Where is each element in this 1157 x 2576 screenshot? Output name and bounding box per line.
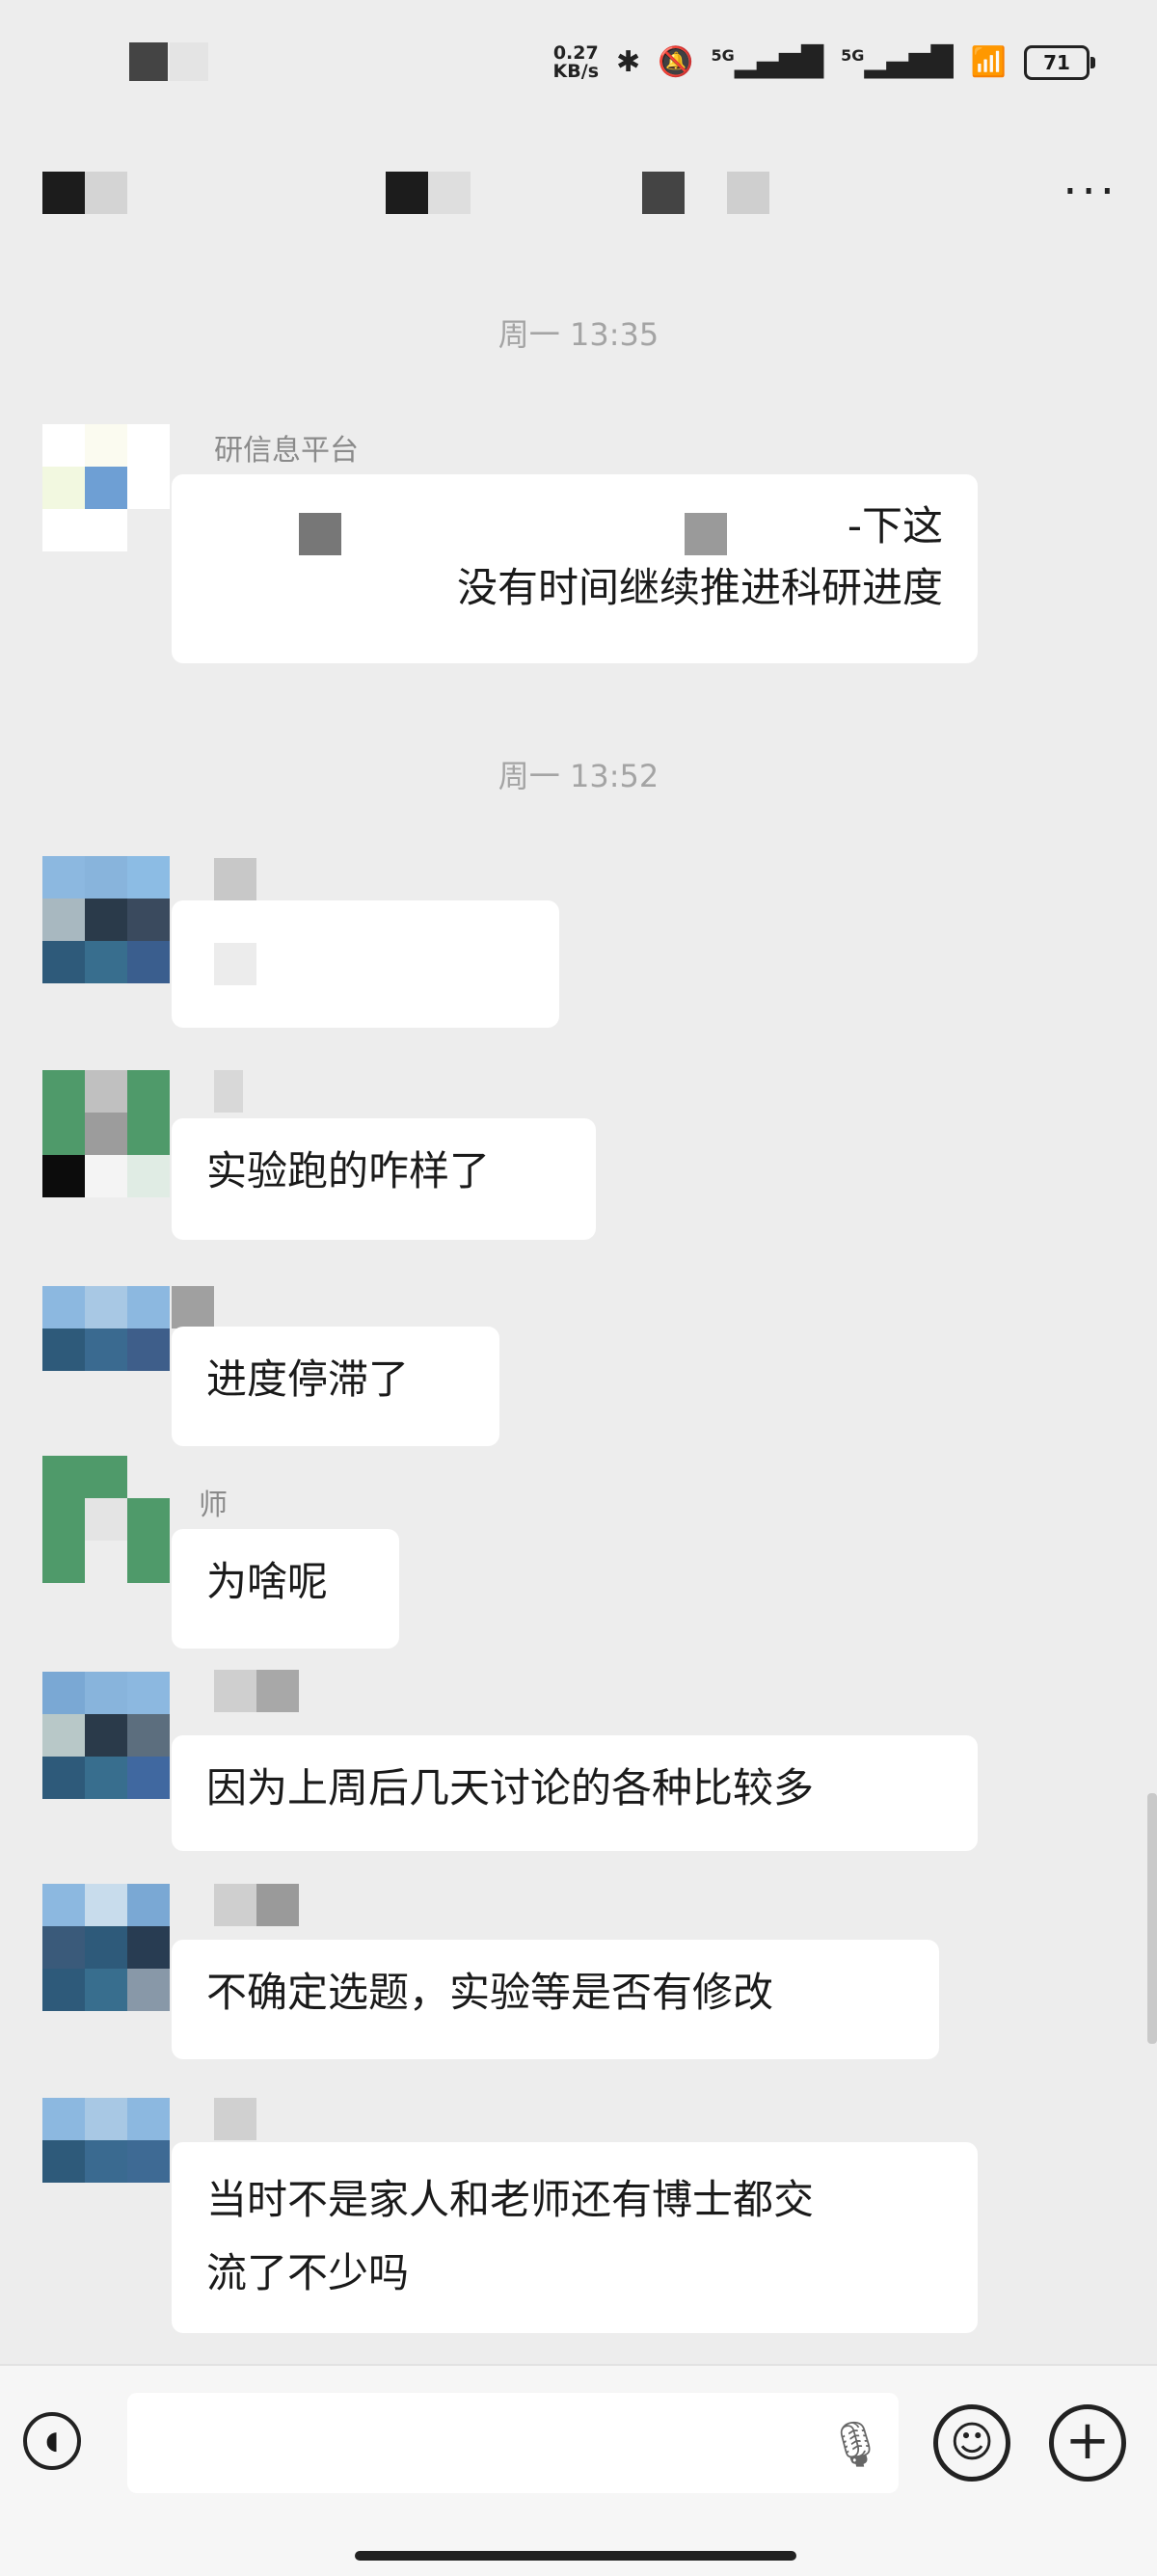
sender-name	[214, 1670, 299, 1712]
redacted-block	[256, 1670, 299, 1712]
avatar[interactable]	[42, 1456, 170, 1583]
status-bar: 0.27 KB/s ✱ 🔕 5G▂▄▆█ 5G▂▄▆█ 📶 71	[0, 0, 1157, 125]
avatar[interactable]	[42, 1070, 170, 1197]
message-text: 为啥呢	[206, 1558, 329, 1605]
emoji-icon[interactable]: ☺	[933, 2404, 1010, 2482]
message-input[interactable]	[127, 2393, 899, 2493]
message-text: 不确定选题，实验等是否有修改	[206, 1969, 774, 2016]
scrollbar[interactable]	[1147, 1793, 1157, 2044]
status-icons: 0.27 KB/s ✱ 🔕 5G▂▄▆█ 5G▂▄▆█ 📶 71	[553, 39, 1095, 87]
more-options-icon[interactable]: ···	[1063, 169, 1118, 215]
sender-name	[214, 1884, 299, 1926]
avatar[interactable]	[42, 1286, 170, 1413]
sender-name	[172, 1286, 214, 1328]
avatar[interactable]	[42, 1884, 170, 2011]
message-bubble[interactable]: 为啥呢	[172, 1529, 399, 1649]
net-speed: 0.27 KB/s	[553, 44, 599, 81]
redacted-block	[214, 943, 256, 985]
message-bubble[interactable]: 不确定选题，实验等是否有修改	[172, 1940, 939, 2059]
redacted-block	[214, 1670, 256, 1712]
voice-input-icon[interactable]: ◖	[23, 2412, 81, 2470]
input-bar: ◖ 🎙 ☺ +	[0, 2364, 1157, 2576]
message-text: 因为上周后几天讨论的各种比较多	[206, 1764, 815, 1811]
home-indicator[interactable]	[355, 2551, 796, 2561]
redacted-block	[214, 1884, 256, 1926]
battery-level: 71	[1043, 51, 1070, 74]
title-redacted-block	[727, 172, 769, 214]
battery-icon: 71	[1024, 45, 1095, 80]
message-bubble[interactable]: 当时不是家人和老师还有博士都交 流了不少吗	[172, 2142, 978, 2333]
timestamp: 周一 13:52	[498, 758, 659, 794]
microphone-icon[interactable]: 🎙	[827, 2418, 883, 2471]
message-line: -下这	[206, 496, 943, 557]
wifi-icon: 📶	[970, 45, 1007, 79]
redacted-block	[299, 513, 341, 555]
signal-icon: 5G▂▄▆█	[711, 45, 824, 79]
redacted-block	[214, 858, 256, 900]
sender-name	[214, 2098, 256, 2140]
sender-name-text: 研信息平台	[214, 434, 359, 468]
sender-name: 师	[199, 1481, 228, 1523]
sender-name: 研信息平台	[214, 426, 359, 469]
sender-name-text: 师	[199, 1489, 228, 1522]
redacted-block	[685, 513, 727, 555]
sender-name	[214, 858, 256, 900]
avatar[interactable]	[42, 856, 170, 983]
bluetooth-icon: ✱	[616, 45, 641, 79]
redacted-block	[214, 2098, 256, 2140]
redacted-block	[172, 1286, 214, 1328]
message-text: 进度停滞了	[206, 1355, 410, 1403]
message-bubble[interactable]: 因为上周后几天讨论的各种比较多	[172, 1735, 978, 1851]
net-speed-unit: KB/s	[552, 61, 600, 82]
title-redacted-block	[386, 172, 428, 214]
message-text: 流了不少吗	[206, 2249, 410, 2296]
status-redacted-block	[129, 42, 168, 81]
mute-bell-icon: 🔕	[658, 45, 694, 79]
signal-icon: 5G▂▄▆█	[841, 45, 954, 79]
message-text: -下这	[847, 502, 943, 550]
message-text: 没有时间继续推进科研进度	[456, 564, 943, 611]
status-redacted-block	[170, 42, 208, 81]
title-redacted-block	[42, 172, 85, 214]
avatar[interactable]	[42, 1672, 170, 1799]
chat-header: ···	[0, 145, 1157, 241]
sim1-label: 5G	[711, 46, 735, 65]
message-text: 当时不是家人和老师还有博士都交	[206, 2176, 815, 2223]
plus-icon[interactable]: +	[1049, 2404, 1126, 2482]
sim2-label: 5G	[841, 46, 865, 65]
message-bubble[interactable]: 进度停滞了	[172, 1327, 499, 1446]
title-redacted-block	[85, 172, 127, 214]
timestamp: 周一 13:35	[498, 316, 659, 353]
title-redacted-block	[642, 172, 685, 214]
message-bubble[interactable]: 实验跑的咋样了	[172, 1118, 596, 1240]
redacted-block	[256, 1884, 299, 1926]
message-text: 实验跑的咋样了	[206, 1147, 491, 1194]
message-line: 流了不少吗	[206, 2237, 943, 2310]
message-bubble[interactable]: -下这 没有时间继续推进科研进度	[172, 474, 978, 663]
avatar[interactable]	[42, 424, 170, 551]
sender-name	[214, 1070, 243, 1113]
title-redacted-block	[428, 172, 471, 214]
message-line: 当时不是家人和老师还有博士都交	[206, 2163, 943, 2237]
message-bubble[interactable]	[172, 900, 559, 1028]
redacted-block	[214, 1070, 243, 1113]
avatar[interactable]	[42, 2098, 170, 2225]
message-line: 没有时间继续推进科研进度	[206, 557, 943, 619]
